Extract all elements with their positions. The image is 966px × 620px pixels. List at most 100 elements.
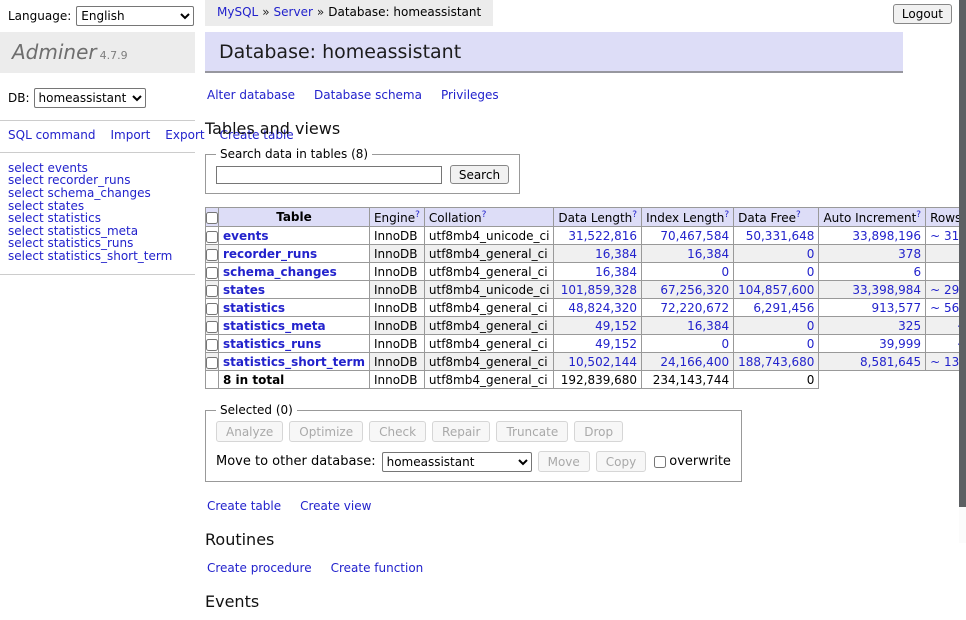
- row-checkbox[interactable]: [206, 267, 218, 279]
- create-link[interactable]: Create view: [300, 499, 371, 513]
- move-db-select[interactable]: homeassistant: [382, 452, 532, 472]
- index-length-cell: 24,166,400: [642, 353, 734, 371]
- auto-increment-link[interactable]: 33,898,196: [852, 229, 921, 243]
- table-name-link[interactable]: states: [223, 283, 265, 297]
- truncate-button[interactable]: Truncate: [496, 421, 568, 442]
- table-name-link[interactable]: events: [223, 229, 269, 243]
- collation-cell: utf8mb4_general_ci: [424, 245, 554, 263]
- sidebar-action-link[interactable]: SQL command: [8, 128, 95, 142]
- copy-button[interactable]: Copy: [596, 451, 646, 472]
- help-link[interactable]: ?: [916, 210, 921, 220]
- collation-cell: utf8mb4_unicode_ci: [424, 281, 554, 299]
- search-input[interactable]: [216, 166, 442, 184]
- data-free-link[interactable]: 0: [807, 337, 815, 351]
- auto-increment-link[interactable]: 325: [898, 319, 921, 333]
- repair-button[interactable]: Repair: [432, 421, 490, 442]
- optimize-button[interactable]: Optimize: [289, 421, 363, 442]
- search-button[interactable]: Search: [450, 165, 509, 184]
- index-length-link[interactable]: 24,166,400: [660, 355, 729, 369]
- table-name-cell: statistics: [219, 299, 370, 317]
- auto-increment-link[interactable]: 39,999: [879, 337, 921, 351]
- check-button[interactable]: Check: [369, 421, 426, 442]
- data-free-link[interactable]: 6,291,456: [753, 301, 814, 315]
- data-free-link[interactable]: 0: [807, 319, 815, 333]
- index-length-link[interactable]: 16,384: [687, 247, 729, 261]
- row-checkbox[interactable]: [206, 285, 218, 297]
- data-length-link[interactable]: 49,152: [595, 319, 637, 333]
- auto-increment-link[interactable]: 6: [913, 265, 921, 279]
- data-free-link[interactable]: 0: [807, 247, 815, 261]
- auto-increment-cell: 33,898,196: [819, 227, 926, 245]
- help-link[interactable]: ?: [482, 210, 487, 220]
- breadcrumb-link-mysql[interactable]: MySQL: [217, 5, 258, 19]
- database-link[interactable]: Database schema: [314, 88, 422, 102]
- sidebar-select-link[interactable]: select statistics: [8, 212, 187, 225]
- data-length-cell: 31,522,816: [554, 227, 642, 245]
- section-routines: Routines: [205, 530, 903, 549]
- auto-increment-link[interactable]: 378: [898, 247, 921, 261]
- sidebar-select-link[interactable]: select schema_changes: [8, 187, 187, 200]
- data-length-link[interactable]: 16,384: [595, 247, 637, 261]
- routine-link[interactable]: Create function: [331, 561, 424, 575]
- table-name-cell: recorder_runs: [219, 245, 370, 263]
- breadcrumb-link-server[interactable]: Server: [274, 5, 313, 19]
- auto-increment-link[interactable]: 913,577: [871, 301, 921, 315]
- row-checkbox[interactable]: [206, 321, 218, 333]
- breadcrumb-separator: »: [262, 5, 269, 19]
- data-free-link[interactable]: 188,743,680: [738, 355, 814, 369]
- index-length-cell: 70,467,584: [642, 227, 734, 245]
- data-length-link[interactable]: 101,859,328: [561, 283, 637, 297]
- table-name-link[interactable]: statistics_meta: [223, 319, 326, 333]
- table-name-link[interactable]: statistics_runs: [223, 337, 321, 351]
- index-length-link[interactable]: 67,256,320: [660, 283, 729, 297]
- row-checkbox[interactable]: [206, 339, 218, 351]
- data-length-link[interactable]: 48,824,320: [568, 301, 637, 315]
- index-length-link[interactable]: 0: [721, 337, 729, 351]
- analyze-button[interactable]: Analyze: [216, 421, 283, 442]
- index-length-link[interactable]: 0: [721, 265, 729, 279]
- index-length-link[interactable]: 72,220,672: [660, 301, 729, 315]
- data-length-link[interactable]: 31,522,816: [568, 229, 637, 243]
- scrollbar-track[interactable]: [959, 0, 966, 543]
- help-link[interactable]: ?: [415, 210, 420, 220]
- table-row: statistics_short_termInnoDButf8mb4_gener…: [206, 353, 966, 371]
- row-checkbox[interactable]: [206, 231, 218, 243]
- table-name-link[interactable]: recorder_runs: [223, 247, 317, 261]
- search-legend: Search data in tables (8): [216, 147, 372, 161]
- index-length-link[interactable]: 70,467,584: [660, 229, 729, 243]
- sidebar-action-link[interactable]: Export: [165, 128, 204, 142]
- data-free-link[interactable]: 104,857,600: [738, 283, 814, 297]
- auto-increment-link[interactable]: 8,581,645: [860, 355, 921, 369]
- select-all-checkbox[interactable]: [206, 212, 218, 224]
- auto-increment-link[interactable]: 33,398,984: [852, 283, 921, 297]
- row-checkbox[interactable]: [206, 357, 218, 369]
- sidebar-select-link[interactable]: select statistics_short_term: [8, 250, 187, 263]
- database-link[interactable]: Privileges: [441, 88, 499, 102]
- table-name-link[interactable]: statistics_short_term: [223, 355, 365, 369]
- data-free-link[interactable]: 0: [807, 265, 815, 279]
- row-checkbox[interactable]: [206, 303, 218, 315]
- create-link[interactable]: Create table: [207, 499, 281, 513]
- scrollbar-thumb[interactable]: [959, 0, 966, 507]
- db-select[interactable]: homeassistant: [34, 88, 146, 108]
- language-select[interactable]: English: [76, 6, 194, 26]
- help-link[interactable]: ?: [632, 210, 637, 220]
- sidebar-action-link[interactable]: Import: [110, 128, 150, 142]
- index-length-link[interactable]: 16,384: [687, 319, 729, 333]
- help-link[interactable]: ?: [724, 210, 729, 220]
- database-link[interactable]: Alter database: [207, 88, 295, 102]
- help-link[interactable]: ?: [796, 210, 801, 220]
- auto-increment-cell: 8,581,645: [819, 353, 926, 371]
- data-length-link[interactable]: 16,384: [595, 265, 637, 279]
- row-checkbox[interactable]: [206, 249, 218, 261]
- table-name-link[interactable]: statistics: [223, 301, 285, 315]
- row-checkbox-cell: [206, 353, 219, 371]
- overwrite-checkbox[interactable]: [654, 456, 666, 468]
- move-button[interactable]: Move: [538, 451, 590, 472]
- drop-button[interactable]: Drop: [574, 421, 623, 442]
- routine-link[interactable]: Create procedure: [207, 561, 312, 575]
- table-name-link[interactable]: schema_changes: [223, 265, 337, 279]
- data-length-link[interactable]: 49,152: [595, 337, 637, 351]
- data-free-link[interactable]: 50,331,648: [746, 229, 815, 243]
- data-length-link[interactable]: 10,502,144: [568, 355, 637, 369]
